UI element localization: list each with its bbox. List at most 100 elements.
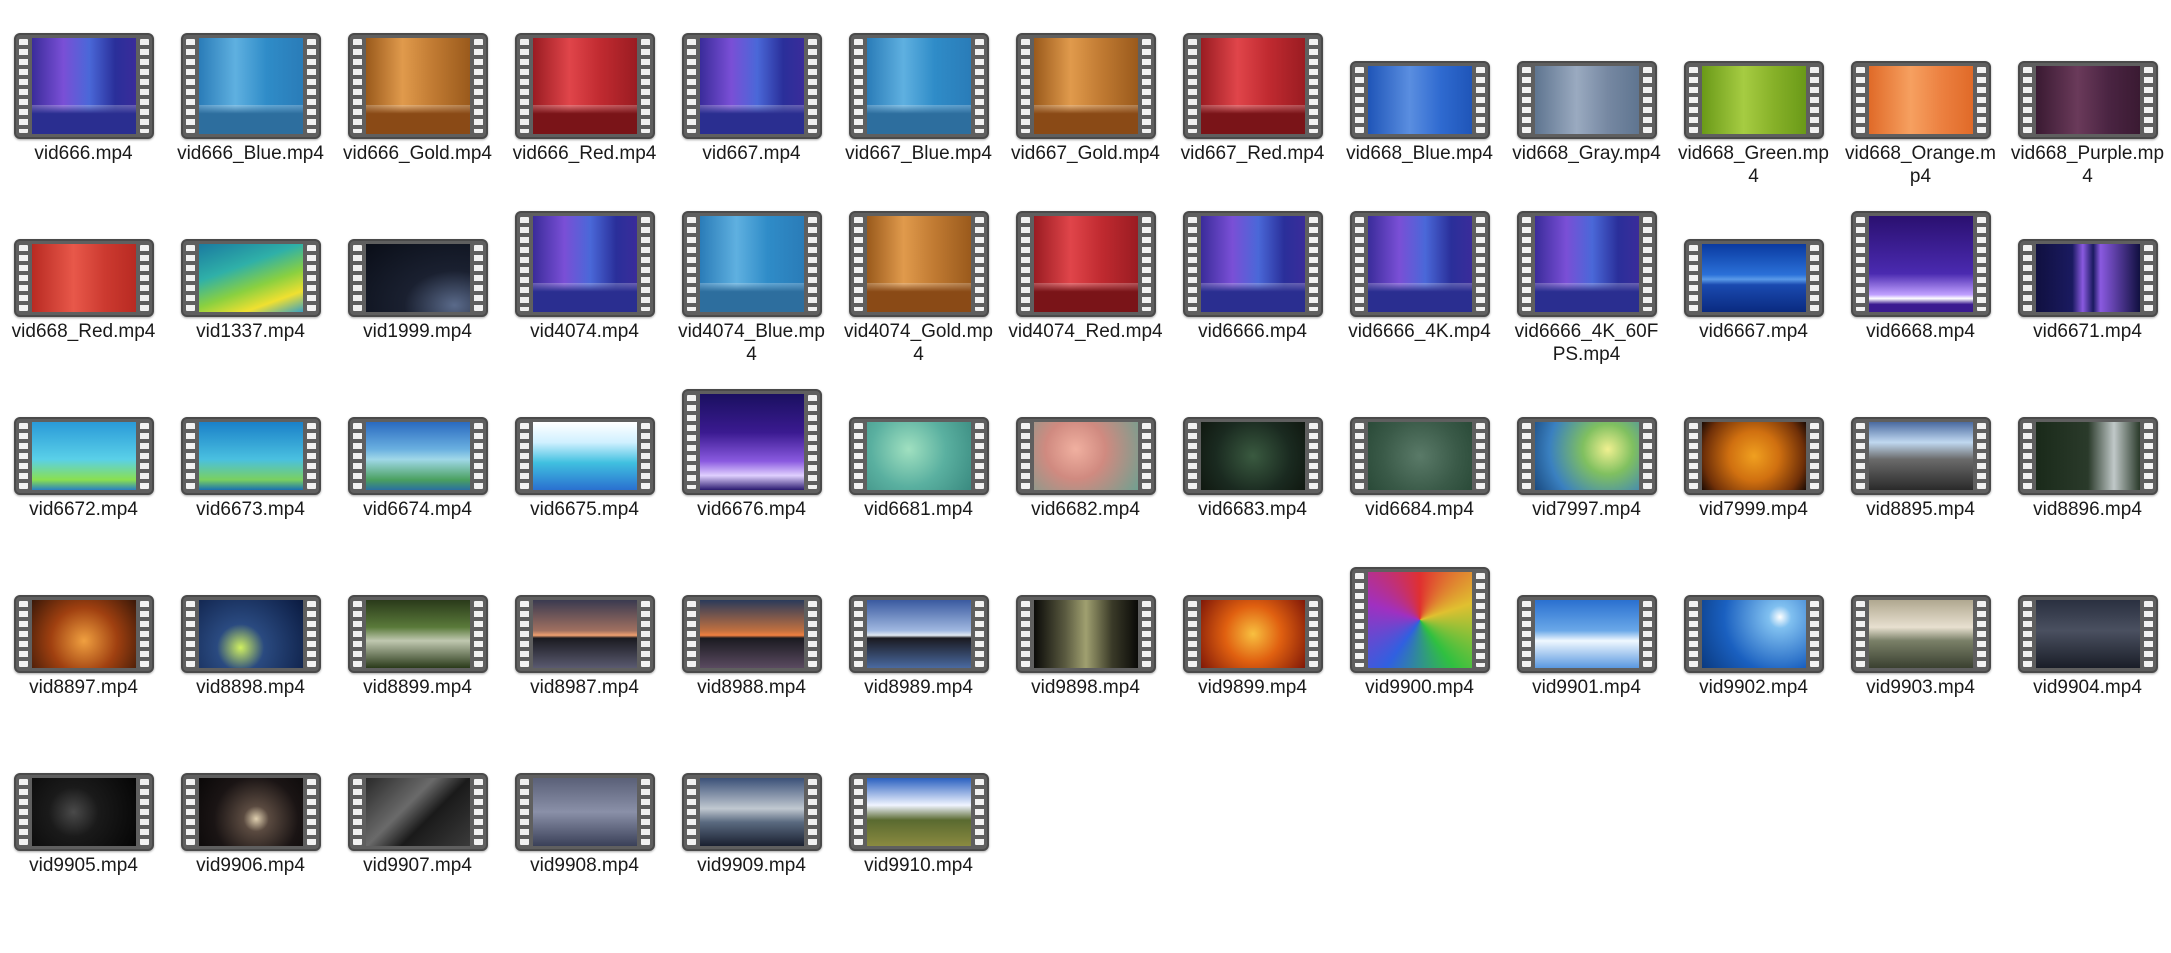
video-thumbnail[interactable] bbox=[347, 33, 488, 139]
video-thumbnail[interactable] bbox=[1683, 595, 1824, 673]
video-thumbnail[interactable] bbox=[1516, 417, 1657, 495]
file-item[interactable]: vid668_Gray.mp4 bbox=[1503, 0, 1670, 200]
file-item[interactable]: vid7997.mp4 bbox=[1503, 356, 1670, 556]
video-thumbnail[interactable] bbox=[1182, 33, 1323, 139]
file-item[interactable]: vid6668.mp4 bbox=[1837, 178, 2004, 378]
file-item[interactable]: vid9910.mp4 bbox=[835, 712, 1002, 912]
file-item[interactable]: vid6682.mp4 bbox=[1002, 356, 1169, 556]
video-thumbnail[interactable] bbox=[13, 595, 154, 673]
video-thumbnail[interactable] bbox=[514, 595, 655, 673]
video-thumbnail[interactable] bbox=[1850, 595, 1991, 673]
video-thumbnail[interactable] bbox=[848, 595, 989, 673]
file-item[interactable]: vid6666.mp4 bbox=[1169, 178, 1336, 378]
video-thumbnail[interactable] bbox=[13, 773, 154, 851]
video-thumbnail[interactable] bbox=[180, 417, 321, 495]
file-item[interactable]: vid4074_Gold.mp4 bbox=[835, 178, 1002, 378]
file-item[interactable]: vid668_Orange.mp4 bbox=[1837, 0, 2004, 200]
file-item[interactable]: vid8897.mp4 bbox=[0, 534, 167, 734]
video-thumbnail[interactable] bbox=[1015, 417, 1156, 495]
file-item[interactable]: vid8895.mp4 bbox=[1837, 356, 2004, 556]
file-item[interactable]: vid8988.mp4 bbox=[668, 534, 835, 734]
file-item[interactable]: vid666.mp4 bbox=[0, 0, 167, 200]
file-item[interactable]: vid666_Gold.mp4 bbox=[334, 0, 501, 200]
file-item[interactable]: vid1337.mp4 bbox=[167, 178, 334, 378]
video-thumbnail[interactable] bbox=[1516, 61, 1657, 139]
video-thumbnail[interactable] bbox=[848, 211, 989, 317]
file-item[interactable]: vid6674.mp4 bbox=[334, 356, 501, 556]
file-item[interactable]: vid8896.mp4 bbox=[2004, 356, 2171, 556]
video-thumbnail[interactable] bbox=[347, 773, 488, 851]
file-item[interactable]: vid8899.mp4 bbox=[334, 534, 501, 734]
video-thumbnail[interactable] bbox=[2017, 61, 2158, 139]
video-thumbnail[interactable] bbox=[514, 417, 655, 495]
video-thumbnail[interactable] bbox=[1516, 595, 1657, 673]
file-item[interactable]: vid9902.mp4 bbox=[1670, 534, 1837, 734]
video-thumbnail[interactable] bbox=[1349, 61, 1490, 139]
file-item[interactable]: vid6666_4K_60FPS.mp4 bbox=[1503, 178, 1670, 378]
file-item[interactable]: vid9901.mp4 bbox=[1503, 534, 1670, 734]
file-item[interactable]: vid668_Green.mp4 bbox=[1670, 0, 1837, 200]
video-thumbnail[interactable] bbox=[1182, 595, 1323, 673]
file-item[interactable]: vid666_Blue.mp4 bbox=[167, 0, 334, 200]
video-thumbnail[interactable] bbox=[13, 239, 154, 317]
video-thumbnail[interactable] bbox=[848, 773, 989, 851]
file-item[interactable]: vid9898.mp4 bbox=[1002, 534, 1169, 734]
video-thumbnail[interactable] bbox=[1683, 417, 1824, 495]
video-thumbnail[interactable] bbox=[681, 773, 822, 851]
file-item[interactable]: vid9906.mp4 bbox=[167, 712, 334, 912]
video-thumbnail[interactable] bbox=[180, 595, 321, 673]
file-item[interactable]: vid4074_Blue.mp4 bbox=[668, 178, 835, 378]
video-thumbnail[interactable] bbox=[13, 417, 154, 495]
video-thumbnail[interactable] bbox=[180, 773, 321, 851]
video-thumbnail[interactable] bbox=[1015, 33, 1156, 139]
file-item[interactable]: vid9899.mp4 bbox=[1169, 534, 1336, 734]
video-thumbnail[interactable] bbox=[1349, 567, 1490, 673]
file-item[interactable]: vid6667.mp4 bbox=[1670, 178, 1837, 378]
file-item[interactable]: vid667_Blue.mp4 bbox=[835, 0, 1002, 200]
file-item[interactable]: vid1999.mp4 bbox=[334, 178, 501, 378]
file-item[interactable]: vid6684.mp4 bbox=[1336, 356, 1503, 556]
file-item[interactable]: vid6666_4K.mp4 bbox=[1336, 178, 1503, 378]
file-item[interactable]: vid6683.mp4 bbox=[1169, 356, 1336, 556]
video-thumbnail[interactable] bbox=[347, 417, 488, 495]
video-thumbnail[interactable] bbox=[1015, 211, 1156, 317]
file-item[interactable]: vid667.mp4 bbox=[668, 0, 835, 200]
video-thumbnail[interactable] bbox=[180, 33, 321, 139]
video-thumbnail[interactable] bbox=[1683, 61, 1824, 139]
video-thumbnail[interactable] bbox=[13, 33, 154, 139]
file-item[interactable]: vid6675.mp4 bbox=[501, 356, 668, 556]
file-item[interactable]: vid6672.mp4 bbox=[0, 356, 167, 556]
file-item[interactable]: vid668_Red.mp4 bbox=[0, 178, 167, 378]
video-thumbnail[interactable] bbox=[1015, 595, 1156, 673]
file-item[interactable]: vid9904.mp4 bbox=[2004, 534, 2171, 734]
video-thumbnail[interactable] bbox=[2017, 595, 2158, 673]
file-item[interactable]: vid9908.mp4 bbox=[501, 712, 668, 912]
video-thumbnail[interactable] bbox=[681, 389, 822, 495]
file-item[interactable]: vid8898.mp4 bbox=[167, 534, 334, 734]
video-thumbnail[interactable] bbox=[2017, 239, 2158, 317]
file-item[interactable]: vid4074.mp4 bbox=[501, 178, 668, 378]
file-item[interactable]: vid9903.mp4 bbox=[1837, 534, 2004, 734]
video-thumbnail[interactable] bbox=[1349, 417, 1490, 495]
file-item[interactable]: vid9909.mp4 bbox=[668, 712, 835, 912]
video-thumbnail[interactable] bbox=[514, 773, 655, 851]
file-item[interactable]: vid9900.mp4 bbox=[1336, 534, 1503, 734]
video-thumbnail[interactable] bbox=[681, 211, 822, 317]
file-item[interactable]: vid6676.mp4 bbox=[668, 356, 835, 556]
video-thumbnail[interactable] bbox=[848, 417, 989, 495]
video-thumbnail[interactable] bbox=[1182, 211, 1323, 317]
video-thumbnail[interactable] bbox=[681, 33, 822, 139]
video-thumbnail[interactable] bbox=[2017, 417, 2158, 495]
video-thumbnail[interactable] bbox=[180, 239, 321, 317]
file-item[interactable]: vid6681.mp4 bbox=[835, 356, 1002, 556]
file-item[interactable]: vid8987.mp4 bbox=[501, 534, 668, 734]
video-thumbnail[interactable] bbox=[1850, 61, 1991, 139]
video-thumbnail[interactable] bbox=[347, 595, 488, 673]
file-item[interactable]: vid667_Gold.mp4 bbox=[1002, 0, 1169, 200]
file-item[interactable]: vid668_Purple.mp4 bbox=[2004, 0, 2171, 200]
file-item[interactable]: vid666_Red.mp4 bbox=[501, 0, 668, 200]
video-thumbnail[interactable] bbox=[1683, 239, 1824, 317]
video-thumbnail[interactable] bbox=[347, 239, 488, 317]
video-thumbnail[interactable] bbox=[1516, 211, 1657, 317]
file-item[interactable]: vid9905.mp4 bbox=[0, 712, 167, 912]
